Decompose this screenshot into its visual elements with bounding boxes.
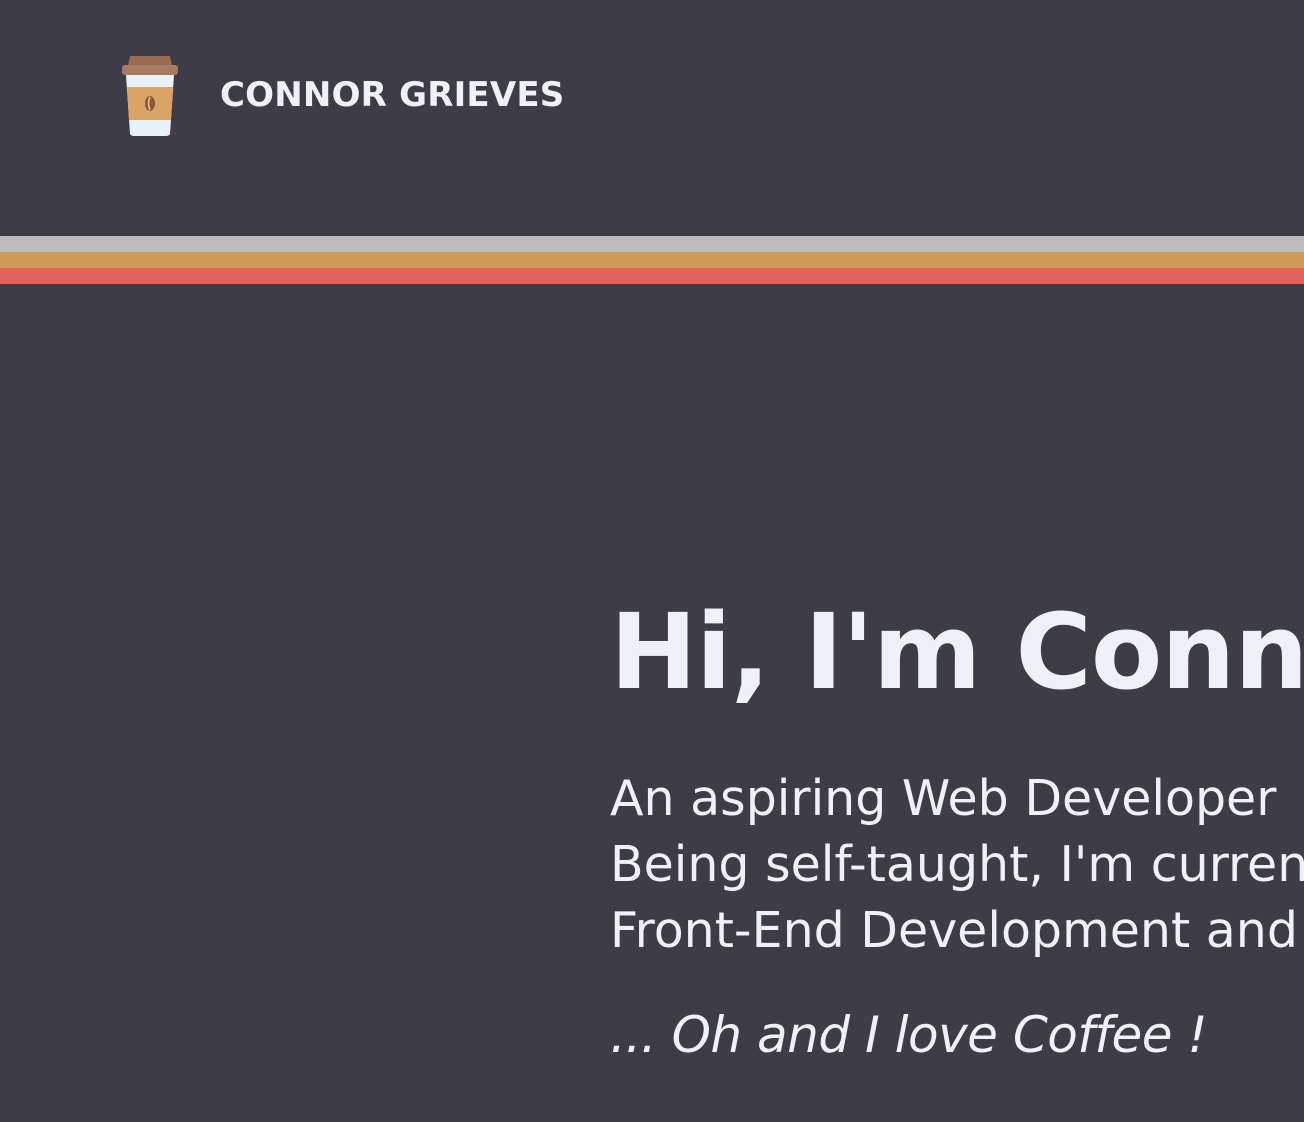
hero-title: Hi, I'm Conno: [610, 591, 1304, 713]
hero-intro: An aspiring Web Developer Being self-tau…: [610, 766, 1304, 964]
hero-intro-line: Front-End Development and: [610, 902, 1298, 959]
divider-stripe-grey: [0, 236, 1304, 252]
hero-intro-line: An aspiring Web Developer: [610, 770, 1277, 827]
hero-section: Hi, I'm Conno An aspiring Web Developer …: [610, 590, 1304, 1068]
coffee-cup-icon: [118, 54, 182, 138]
coffee-tagline: ... Oh and I love Coffee !: [610, 1006, 1208, 1064]
divider-stripe-tan: [0, 252, 1304, 268]
site-header: CONNOR GRIEVES: [0, 0, 1304, 236]
hero-intro-line: Being self-taught, I'm curren: [610, 836, 1304, 893]
color-divider: [0, 236, 1304, 284]
brand-name: CONNOR GRIEVES: [220, 75, 565, 115]
brand-home-link[interactable]: CONNOR GRIEVES: [118, 54, 564, 138]
divider-stripe-coral: [0, 268, 1304, 284]
